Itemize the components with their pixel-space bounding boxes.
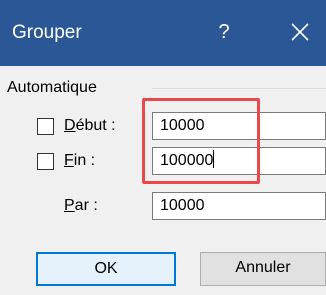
fin-label: Fin : [64, 152, 95, 170]
group-label-automatique: Automatique [7, 79, 101, 97]
debut-label: Début : [64, 117, 116, 135]
par-label-text: ar : [74, 197, 98, 214]
close-icon [291, 23, 309, 41]
ok-button[interactable]: OK [36, 252, 176, 286]
close-button[interactable] [282, 16, 318, 50]
group-divider [152, 88, 326, 89]
par-label-mnemonic: P [64, 197, 75, 214]
dialog-title: Grouper [12, 22, 82, 43]
par-input[interactable]: 10000 [152, 192, 326, 220]
par-label: Par : [64, 197, 98, 215]
debut-label-mnemonic: D [64, 117, 76, 134]
title-bar: Grouper ? [0, 0, 326, 66]
highlight-box [142, 98, 260, 184]
fin-label-mnemonic: F [64, 152, 74, 169]
debut-label-text: ébut : [75, 117, 116, 134]
par-input-value: 10000 [160, 197, 205, 214]
debut-checkbox[interactable] [37, 118, 54, 135]
fin-label-text: in : [73, 152, 96, 169]
help-button[interactable]: ? [208, 16, 240, 48]
cancel-button[interactable]: Annuler [200, 252, 326, 286]
fin-checkbox[interactable] [37, 153, 54, 170]
